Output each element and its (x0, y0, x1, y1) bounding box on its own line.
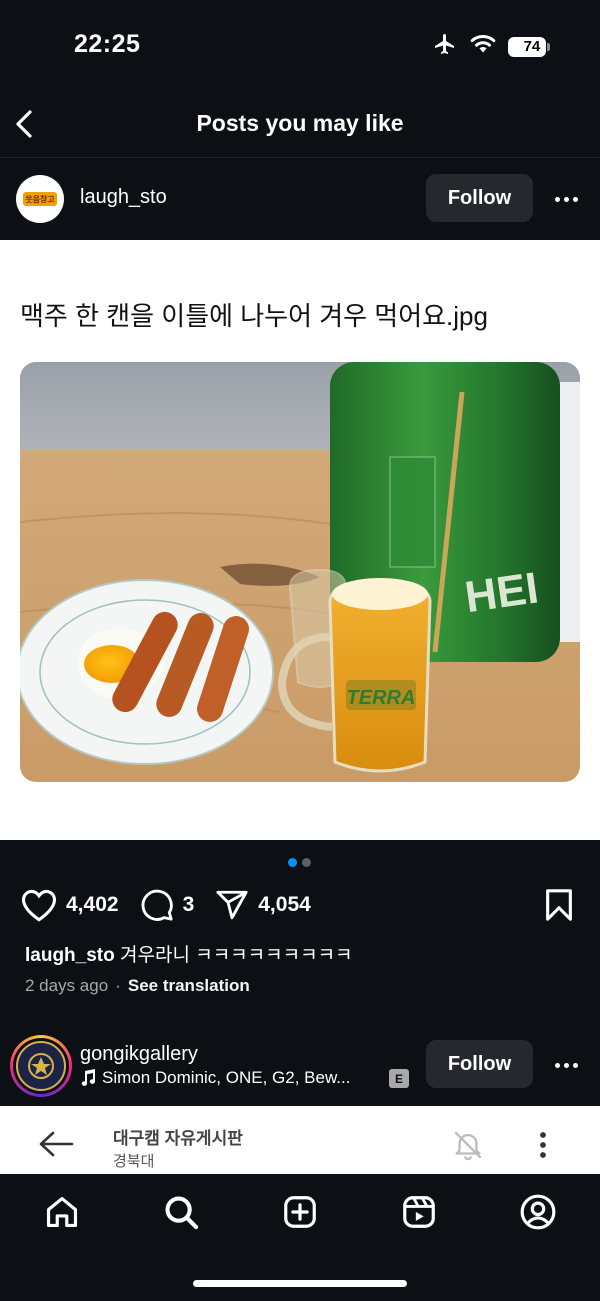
carousel-dot-active (288, 858, 297, 867)
tab-profile[interactable] (518, 1192, 558, 1232)
explicit-badge: E (389, 1069, 409, 1088)
status-time: 22:25 (74, 30, 141, 58)
follow-button-2[interactable]: Follow (426, 1040, 533, 1088)
post-text: 맥주 한 캔을 이틀에 나누어 겨우 먹어요.jpg (20, 301, 488, 331)
search-icon (165, 1196, 199, 1230)
like-count: 4,402 (66, 893, 119, 916)
tab-home[interactable] (42, 1192, 82, 1232)
caption-text: 겨우라니 ㅋㅋㅋㅋㅋㅋㅋㅋㅋ (114, 945, 353, 966)
heart-icon (21, 889, 57, 922)
music-note-icon (81, 1069, 96, 1086)
avatar-story-ring[interactable] (10, 1035, 72, 1097)
carousel-dots (288, 858, 311, 867)
bookmark-button[interactable] (544, 888, 574, 927)
music-text: Simon Dominic, ONE, G2, Bew... (102, 1068, 351, 1087)
post-username[interactable]: laugh_sto (80, 186, 167, 209)
post-media-2[interactable]: 대구캠 자유게시판 경북대 (0, 1106, 600, 1174)
preview-back-arrow-icon (39, 1131, 74, 1157)
reels-icon (403, 1196, 435, 1228)
follow-button[interactable]: Follow (426, 174, 533, 222)
post-header: 웃음창고 laugh_sto Follow (0, 160, 600, 240)
glass-brand-text: TERRA (347, 687, 416, 709)
comment-icon (141, 889, 173, 921)
caption-username[interactable]: laugh_sto (25, 945, 115, 966)
preview-title: 대구캠 자유게시판 (113, 1129, 243, 1148)
create-icon (284, 1196, 316, 1228)
post-username-2[interactable]: gongikgallery (80, 1043, 198, 1066)
page-title: Posts you may like (196, 110, 404, 136)
post-caption: laugh_sto 겨우라니 ㅋㅋㅋㅋㅋㅋㅋㅋㅋ (25, 940, 353, 967)
battery-level: 74 (523, 38, 541, 55)
avatar-logo: 웃음창고 (23, 192, 57, 206)
wifi-icon (470, 34, 496, 59)
comment-button[interactable]: 3 (139, 888, 195, 922)
profile-icon (520, 1194, 556, 1230)
post-meta: 2 days ago · See translation (25, 976, 250, 996)
tab-bar (0, 1174, 600, 1301)
status-bar: 22:25 74 (0, 0, 600, 90)
nav-header: Posts you may like (0, 90, 600, 158)
battery-icon: 74 (508, 36, 550, 57)
status-icons: 74 (432, 32, 550, 61)
post-header-2: gongikgallery Simon Dominic, ONE, G2, Be… (0, 1030, 600, 1106)
meta-separator: · (115, 976, 121, 995)
comment-count: 3 (182, 893, 195, 916)
tab-create[interactable] (280, 1192, 320, 1232)
preview-bell-off-icon (454, 1131, 482, 1161)
airplane-icon (432, 32, 458, 61)
avatar-emblem (16, 1041, 66, 1091)
more-options-button-2[interactable] (551, 1050, 581, 1080)
post-time: 2 days ago (25, 976, 109, 995)
more-icon (554, 1062, 560, 1068)
share-count: 4,054 (258, 893, 311, 916)
see-translation-link[interactable]: See translation (128, 976, 250, 995)
like-button[interactable]: 4,402 (20, 888, 119, 922)
carousel-dot (302, 858, 311, 867)
tab-reels[interactable] (399, 1192, 439, 1232)
post-photo[interactable]: HEI TERRA (20, 362, 580, 782)
home-indicator[interactable] (193, 1280, 407, 1287)
action-row: 4,402 3 4,054 (20, 884, 580, 926)
more-icon (554, 196, 560, 202)
share-icon (216, 890, 248, 920)
post-media-card[interactable]: 맥주 한 캔을 이틀에 나누어 겨우 먹어요.jpg HEI TERRA (0, 240, 600, 840)
tab-search[interactable] (161, 1192, 201, 1232)
share-button[interactable]: 4,054 (214, 888, 311, 922)
avatar[interactable]: 웃음창고 (16, 175, 64, 223)
can-brand-text: HEI (462, 563, 541, 622)
music-info[interactable]: Simon Dominic, ONE, G2, Bew... (80, 1068, 350, 1088)
home-icon (46, 1196, 78, 1228)
preview-subtitle: 경북대 (113, 1153, 155, 1170)
more-options-button[interactable] (551, 184, 581, 214)
preview-more-icon (540, 1132, 546, 1158)
bookmark-icon (546, 889, 572, 921)
